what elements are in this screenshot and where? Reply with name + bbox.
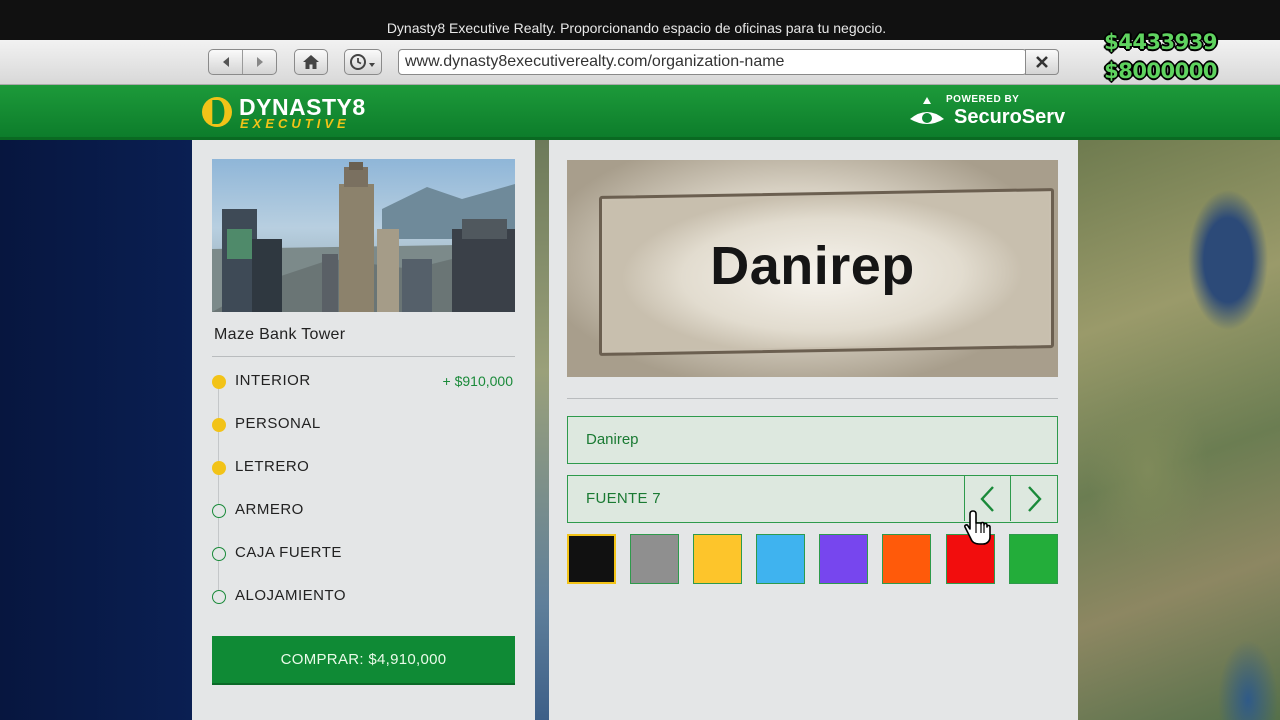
partner-name: SecuroServ bbox=[954, 106, 1066, 128]
back-button[interactable] bbox=[209, 50, 242, 74]
organization-name-input[interactable]: Danirep bbox=[567, 416, 1058, 464]
option-selected-dot bbox=[212, 375, 226, 389]
option-label: CAJA FUERTE bbox=[235, 544, 342, 561]
forward-arrow-icon bbox=[256, 57, 263, 67]
color-swatch-green[interactable] bbox=[1009, 534, 1058, 584]
sign-preview: Danirep bbox=[567, 160, 1058, 377]
color-swatch-orange[interactable] bbox=[882, 534, 931, 584]
option-label: ALOJAMIENTO bbox=[235, 587, 347, 604]
home-icon bbox=[303, 55, 319, 69]
property-panel: Maze Bank Tower INTERIOR + $910,000 PERS… bbox=[192, 140, 535, 720]
property-name: Maze Bank Tower bbox=[214, 326, 346, 343]
font-label: FUENTE 7 bbox=[586, 490, 661, 507]
back-arrow-icon bbox=[222, 57, 229, 67]
background-scene-left bbox=[0, 140, 192, 720]
option-letrero[interactable]: LETRERO bbox=[212, 457, 515, 479]
background-map-right bbox=[1078, 140, 1280, 720]
hand-cursor-icon bbox=[964, 510, 991, 545]
signage-panel: Danirep Danirep FUENTE 7 bbox=[549, 140, 1078, 720]
font-next-button[interactable] bbox=[1010, 476, 1056, 521]
background-scene-middle bbox=[535, 140, 549, 720]
buy-button[interactable]: COMPRAR: $4,910,000 bbox=[212, 636, 515, 685]
securoserv-logo: POWERED BY SecuroServ bbox=[908, 93, 1068, 131]
dynasty8-mark-icon bbox=[202, 97, 232, 127]
home-button[interactable] bbox=[294, 49, 328, 75]
history-clock-icon bbox=[350, 54, 375, 70]
color-swatch-yellow[interactable] bbox=[693, 534, 742, 584]
dynasty8-logo[interactable]: DYNASTY8 EXECUTIVE bbox=[201, 92, 371, 132]
option-selected-dot bbox=[212, 461, 226, 475]
history-button[interactable] bbox=[344, 49, 382, 75]
page-title: Dynasty8 Executive Realty. Proporcionand… bbox=[386, 20, 887, 36]
option-label: ARMERO bbox=[235, 501, 304, 518]
option-unselected-dot bbox=[212, 547, 226, 561]
sign-preview-text: Danirep bbox=[710, 236, 915, 296]
option-interior[interactable]: INTERIOR + $910,000 bbox=[212, 371, 515, 393]
divider bbox=[567, 398, 1058, 399]
chevron-right-icon bbox=[1027, 485, 1042, 512]
color-swatch-gray[interactable] bbox=[630, 534, 679, 584]
color-swatch-light-blue[interactable] bbox=[756, 534, 805, 584]
close-icon bbox=[1036, 56, 1048, 68]
brand-subtitle: EXECUTIVE bbox=[240, 116, 350, 131]
option-price: + $910,000 bbox=[442, 373, 513, 389]
option-personal[interactable]: PERSONAL bbox=[212, 414, 515, 436]
option-label: LETRERO bbox=[235, 458, 310, 475]
title-bar: Dynasty8 Executive Realty. Proporcionand… bbox=[0, 0, 1280, 40]
bank-amount: $8000000 bbox=[1104, 59, 1217, 83]
color-swatch-purple[interactable] bbox=[819, 534, 868, 584]
property-image bbox=[212, 159, 515, 312]
option-caja-fuerte[interactable]: CAJA FUERTE bbox=[212, 543, 515, 565]
site-header bbox=[0, 85, 1280, 140]
forward-button[interactable] bbox=[242, 50, 276, 74]
option-alojamiento[interactable]: ALOJAMIENTO bbox=[212, 586, 515, 608]
option-selected-dot bbox=[212, 418, 226, 432]
url-input[interactable]: www.dynasty8executiverealty.com/organiza… bbox=[398, 49, 1027, 75]
nav-button-group bbox=[208, 49, 277, 75]
option-armero[interactable]: ARMERO bbox=[212, 500, 515, 522]
option-label: PERSONAL bbox=[235, 415, 321, 432]
powered-by-label: POWERED BY bbox=[946, 94, 1020, 105]
option-unselected-dot bbox=[212, 590, 226, 604]
option-unselected-dot bbox=[212, 504, 226, 518]
option-label: INTERIOR bbox=[235, 372, 311, 389]
color-swatch-black[interactable] bbox=[567, 534, 616, 584]
close-url-button[interactable] bbox=[1025, 49, 1059, 75]
securoserv-eye-icon bbox=[910, 97, 944, 124]
cash-amount: $4433939 bbox=[1104, 30, 1217, 54]
divider bbox=[212, 356, 515, 357]
